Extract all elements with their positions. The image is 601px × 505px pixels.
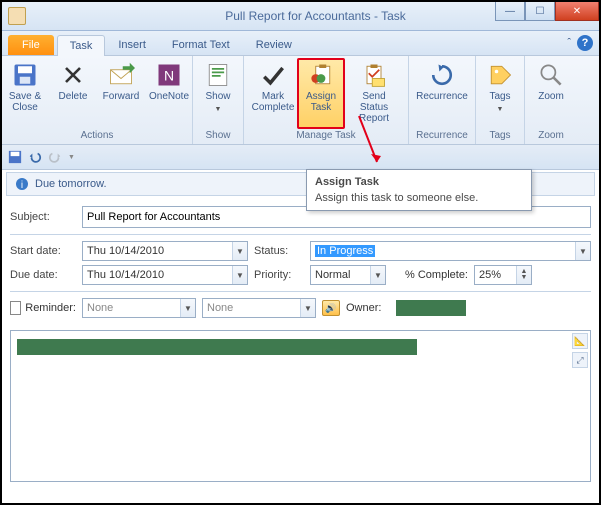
spinner-arrows-icon: ▲▼ (516, 266, 531, 284)
recurrence-button[interactable]: Recurrence (412, 58, 472, 129)
tab-task[interactable]: Task (57, 35, 106, 56)
zoom-icon (537, 61, 565, 89)
status-label: Status: (254, 245, 304, 257)
body-redacted-line (17, 339, 417, 355)
assign-task-button[interactable]: Assign Task (297, 58, 345, 129)
pct-complete-spinner[interactable]: 25%▲▼ (474, 265, 532, 285)
svg-text:N: N (164, 67, 174, 83)
save-close-icon (11, 61, 39, 89)
start-date-label: Start date: (10, 245, 76, 257)
show-icon (204, 61, 232, 89)
onenote-icon: N (155, 61, 183, 89)
reminder-checkbox[interactable]: Reminder: (10, 301, 76, 315)
undo-icon[interactable] (28, 150, 42, 164)
forward-icon (107, 61, 135, 89)
send-status-icon (360, 61, 388, 89)
info-icon: i (15, 177, 29, 191)
tab-insert[interactable]: Insert (105, 34, 159, 55)
callout-arrow-icon (357, 114, 387, 174)
group-recurrence: Recurrence (413, 129, 471, 142)
minimize-button[interactable]: — (495, 2, 525, 21)
tab-file[interactable]: File (8, 35, 54, 55)
owner-label: Owner: (346, 302, 390, 314)
ribbon: Save & Close Delete Forward N OneNote Ac… (2, 56, 599, 145)
recurrence-icon (428, 61, 456, 89)
dropdown-arrow-icon: ▼ (180, 299, 195, 317)
tab-review[interactable]: Review (243, 34, 305, 55)
dropdown-icon: ▼ (215, 104, 222, 115)
reminder-time-picker[interactable]: None▼ (202, 298, 316, 318)
delete-button[interactable]: Delete (49, 58, 97, 129)
minimize-ribbon-icon[interactable]: ˆ (567, 37, 571, 49)
tooltip-title: Assign Task (315, 176, 523, 188)
task-form: Subject: Start date: Thu 10/14/2010▼ Sta… (2, 198, 599, 326)
mark-complete-button[interactable]: Mark Complete (249, 58, 297, 129)
group-show: Show (197, 129, 239, 142)
reminder-sound-button[interactable]: 🔊 (322, 300, 340, 316)
ribbon-tabs: File Task Insert Format Text Review ˆ ? (2, 31, 599, 56)
checkmark-icon (259, 61, 287, 89)
save-icon[interactable] (8, 150, 22, 164)
dropdown-arrow-icon: ▼ (300, 299, 315, 317)
info-text: Due tomorrow. (35, 178, 107, 190)
tooltip-body: Assign this task to someone else. (315, 192, 523, 204)
task-doc-icon (8, 7, 26, 25)
quick-access-toolbar: ▼ (2, 145, 599, 170)
task-body[interactable]: 📐 ⤢ (10, 330, 591, 482)
delete-icon (59, 61, 87, 89)
help-icon[interactable]: ? (577, 35, 593, 51)
svg-text:i: i (21, 180, 23, 191)
subject-label: Subject: (10, 211, 76, 223)
show-button[interactable]: Show ▼ (197, 58, 239, 129)
forward-button[interactable]: Forward (97, 58, 145, 129)
priority-label: Priority: (254, 269, 304, 281)
dropdown-arrow-icon: ▼ (370, 266, 385, 284)
owner-value (396, 300, 466, 316)
dropdown-arrow-icon: ▼ (232, 242, 247, 260)
save-close-button[interactable]: Save & Close (1, 58, 49, 129)
dropdown-arrow-icon: ▼ (232, 266, 247, 284)
group-zoom: Zoom (529, 129, 573, 142)
tags-button[interactable]: Tags ▼ (479, 58, 521, 129)
due-date-label: Due date: (10, 269, 76, 281)
reminder-date-picker[interactable]: None▼ (82, 298, 196, 318)
dropdown-icon: ▼ (497, 104, 504, 115)
tab-format-text[interactable]: Format Text (159, 34, 243, 55)
group-actions: Actions (6, 129, 188, 142)
status-dropdown[interactable]: In Progress▼ (310, 241, 591, 261)
dropdown-arrow-icon: ▼ (575, 242, 590, 260)
qat-more-icon[interactable]: ▼ (68, 154, 75, 161)
redo-icon[interactable] (48, 150, 62, 164)
assign-task-icon (307, 61, 335, 89)
group-tags: Tags (480, 129, 520, 142)
onenote-button[interactable]: N OneNote (145, 58, 193, 129)
start-date-picker[interactable]: Thu 10/14/2010▼ (82, 241, 248, 261)
expand-icon[interactable]: ⤢ (572, 352, 588, 368)
title-bar: Pull Report for Accountants - Task — ☐ ✕ (2, 2, 599, 31)
zoom-button[interactable]: Zoom (530, 58, 572, 129)
priority-dropdown[interactable]: Normal▼ (310, 265, 386, 285)
due-date-picker[interactable]: Thu 10/14/2010▼ (82, 265, 248, 285)
tags-icon (486, 61, 514, 89)
tooltip: Assign Task Assign this task to someone … (306, 169, 532, 211)
maximize-button[interactable]: ☐ (525, 2, 555, 21)
pct-complete-label: % Complete: (392, 269, 468, 281)
close-button[interactable]: ✕ (555, 2, 599, 21)
ruler-icon[interactable]: 📐 (572, 333, 588, 349)
